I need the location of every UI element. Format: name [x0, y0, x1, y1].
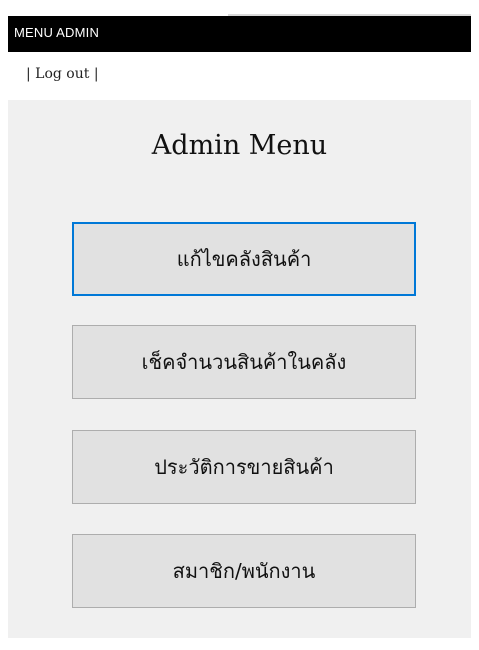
main-panel: Admin Menu แก้ไขคลังสินค้า เช็คจำนวนสินค… [8, 100, 471, 638]
logout-link[interactable]: | Log out | [26, 66, 99, 82]
menu-bar: | Log out | [8, 52, 471, 100]
check-stock-button[interactable]: เช็คจำนวนสินค้าในคลัง [72, 325, 416, 399]
members-staff-button[interactable]: สมาชิก/พนักงาน [72, 534, 416, 608]
sales-history-button[interactable]: ประวัติการขายสินค้า [72, 430, 416, 504]
page-title: Admin Menu [151, 130, 328, 161]
edit-inventory-button[interactable]: แก้ไขคลังสินค้า [72, 222, 416, 296]
title-bar[interactable]: MENU ADMIN [8, 16, 471, 52]
admin-menu-window: MENU ADMIN | Log out | Admin Menu แก้ไขค… [0, 0, 479, 650]
window-title: MENU ADMIN [14, 25, 100, 40]
